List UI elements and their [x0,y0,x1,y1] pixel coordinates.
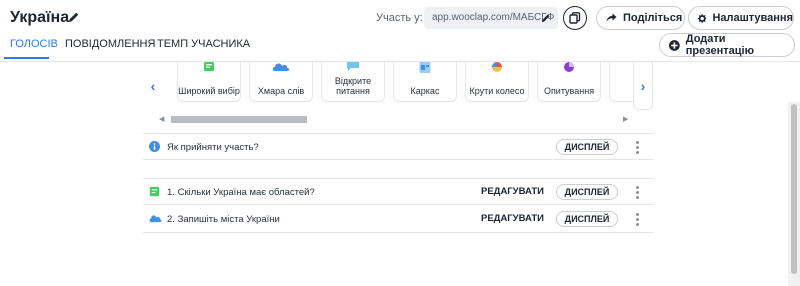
wheel-icon [492,62,502,72]
info-icon [149,141,160,152]
page-scrollbar[interactable] [788,102,800,286]
question-type-label: Широкий вибір [178,86,240,96]
question-type-label: Каркас [410,86,440,96]
question-type-label: Хмара слів [257,86,305,96]
question-type-word-cloud[interactable]: Хмара слів [249,62,313,102]
question-type-spin-wheel[interactable]: Крути колесо [465,62,529,102]
pencil-icon[interactable] [68,11,80,23]
tab-participant-pace[interactable]: ТЕМП УЧАСНИКА [157,38,250,60]
pencil-icon[interactable] [541,13,551,23]
question-number: 1. [167,187,175,198]
share-button[interactable]: Поділіться [596,6,685,30]
question-type-carousel: ‹ Широкий вибір Хмара слів Відкрите пита… [143,62,653,112]
carousel-right-button[interactable]: › [633,62,653,110]
chevron-left-icon: ‹ [150,78,156,94]
frame-icon [419,62,431,73]
question-type-label: Відкрите питання [334,76,372,96]
copy-button[interactable] [563,6,587,30]
edit-button[interactable]: РЕДАГУВАТИ [481,213,544,224]
open-question-icon [347,62,359,71]
main-content: ‹ Широкий вибір Хмара слів Відкрите пита… [0,62,800,286]
join-url-field[interactable]: app.wooclap.com/МАБСГФ [424,7,558,29]
active-tab-indicator [4,57,49,59]
display-button[interactable]: ДИСПЛЕЙ [556,184,618,200]
question-type-partial[interactable] [609,62,633,102]
carousel-left-button[interactable]: ‹ [143,62,163,110]
top-bar: Україна Участь у: app.wooclap.com/МАБСГФ… [0,0,800,62]
copy-icon [569,12,581,24]
question-text: 1. Скільки Україна має областей? [167,187,315,198]
question-number: 2. [167,214,175,225]
scroll-left-arrow-icon[interactable]: ◀ [159,115,164,123]
question-type-open-question[interactable]: Відкрите питання [321,62,385,102]
question-row[interactable]: 1. Скільки Україна має областей? РЕДАГУВ… [143,178,653,205]
how-to-join-text: Як прийняти участь? [167,142,259,153]
how-to-join-row[interactable]: Як прийняти участь? ДИСПЛЕЙ [143,133,653,160]
settings-button[interactable]: Налаштування [688,6,794,30]
question-type-label: Крути колесо [469,86,525,96]
share-arrow-icon [606,13,617,22]
settings-label: Налаштування [712,12,793,24]
carousel-scrollbar-thumb[interactable] [171,116,307,123]
word-cloud-icon [149,215,162,223]
share-label: Поділіться [623,12,683,24]
join-url-text: app.wooclap.com/МАБСГФ [432,12,555,23]
question-type-frame[interactable]: Каркас [393,62,457,102]
presentation-title[interactable]: Україна [10,9,69,27]
multiple-choice-icon [149,186,160,197]
display-button[interactable]: ДИСПЛЕЙ [556,211,618,227]
more-options-icon[interactable] [633,139,641,157]
more-options-icon[interactable] [633,184,641,202]
poll-icon [564,62,574,72]
participate-label: Участь у: [376,12,423,24]
display-button[interactable]: ДИСПЛЕЙ [556,139,618,155]
add-presentation-label: Додати презентацію [685,33,755,57]
word-cloud-icon [272,63,290,71]
more-options-icon[interactable] [633,211,641,229]
question-row[interactable]: 2. Запишіть міста України РЕДАГУВАТИ ДИС… [143,206,653,233]
question-type-label: Опитування [543,86,595,96]
carousel-scrollbar[interactable]: ◀ ▶ [143,114,633,124]
question-title: Запишіть міста України [177,214,280,225]
multiple-choice-icon [204,62,214,71]
question-text: 2. Запишіть міста України [167,214,280,225]
gear-icon [698,13,707,23]
plus-circle-icon [669,39,680,51]
tab-messages[interactable]: ПОВІДОМЛЕННЯ [65,38,155,60]
add-presentation-button[interactable]: Додати презентацію [659,33,795,57]
edit-button[interactable]: РЕДАГУВАТИ [481,186,544,197]
scroll-right-arrow-icon[interactable]: ▶ [623,115,628,123]
question-type-poll[interactable]: Опитування [537,62,601,102]
question-type-multiple-choice[interactable]: Широкий вибір [177,62,241,102]
chevron-right-icon: › [640,77,646,94]
page-scrollbar-thumb[interactable] [791,104,797,274]
question-title: Скільки Україна має областей? [177,187,315,198]
